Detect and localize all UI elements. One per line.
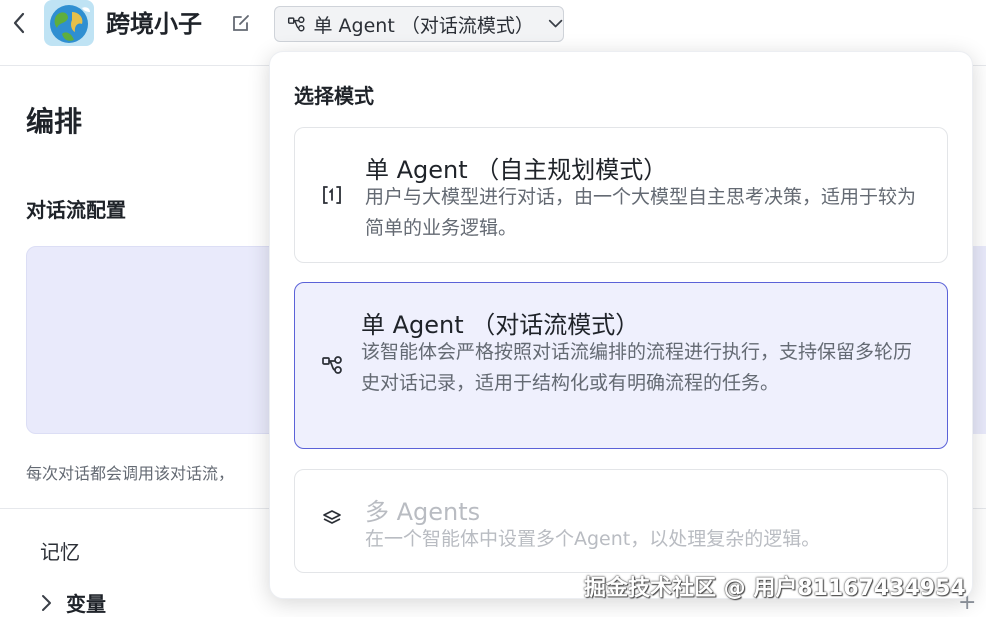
flow-nodes-icon [287, 16, 305, 32]
config-title: 对话流配置 [26, 198, 126, 222]
chevron-right-icon [42, 594, 51, 611]
option-description: 在一个智能体中设置多个Agent，以处理复杂的逻辑。 [365, 528, 821, 550]
flow-nodes-icon [319, 352, 345, 378]
app-title: 跨境小子 [106, 10, 202, 38]
option-title: 多 Agents [365, 498, 481, 526]
variables-row[interactable]: 变量 [40, 588, 106, 617]
option-title: 单 Agent （自主规划模式） [365, 156, 668, 184]
back-button[interactable] [8, 10, 30, 36]
edit-name-button[interactable] [230, 12, 252, 34]
mode-selector[interactable]: 单 Agent （对话流模式） [274, 6, 564, 42]
chevron-down-icon [548, 19, 563, 28]
chevron-left-icon [13, 12, 25, 34]
section-title: 编排 [26, 105, 83, 138]
avatar[interactable] [44, 0, 94, 46]
option-description: 用户与大模型进行对话，由一个大模型自主思考决策，适用于较为简单的业务逻辑。 [365, 186, 917, 239]
option-description: 该智能体会严格按照对话流编排的流程进行执行，支持保留多轮历史对话记录，适用于结构… [361, 341, 913, 394]
option-multi-agents: 多 Agents 在一个智能体中设置多个Agent，以处理复杂的逻辑。 [294, 469, 948, 573]
agent-bracket-icon [319, 182, 345, 208]
layers-icon [319, 505, 345, 531]
memory-label: 记忆 [40, 540, 80, 564]
option-title: 单 Agent （对话流模式） [361, 311, 640, 339]
globe-avatar-icon [44, 0, 94, 46]
mode-selector-label: 单 Agent （对话流模式） [313, 14, 534, 37]
watermark: 掘金技术社区 @ 用户81167434954 [584, 576, 966, 601]
mode-dropdown: 选择模式 单 Agent （自主规划模式） 用户与大模型进行对话，由一个大模型自… [269, 51, 973, 599]
edit-icon [233, 15, 249, 31]
dropdown-heading: 选择模式 [294, 84, 374, 108]
variables-label: 变量 [66, 592, 106, 616]
option-single-agent-flow[interactable]: 单 Agent （对话流模式） 该智能体会严格按照对话流编排的流程进行执行，支持… [294, 282, 948, 449]
option-single-agent-autonomous[interactable]: 单 Agent （自主规划模式） 用户与大模型进行对话，由一个大模型自主思考决策… [294, 127, 948, 263]
config-hint: 每次对话都会调用该对话流， [26, 464, 235, 483]
